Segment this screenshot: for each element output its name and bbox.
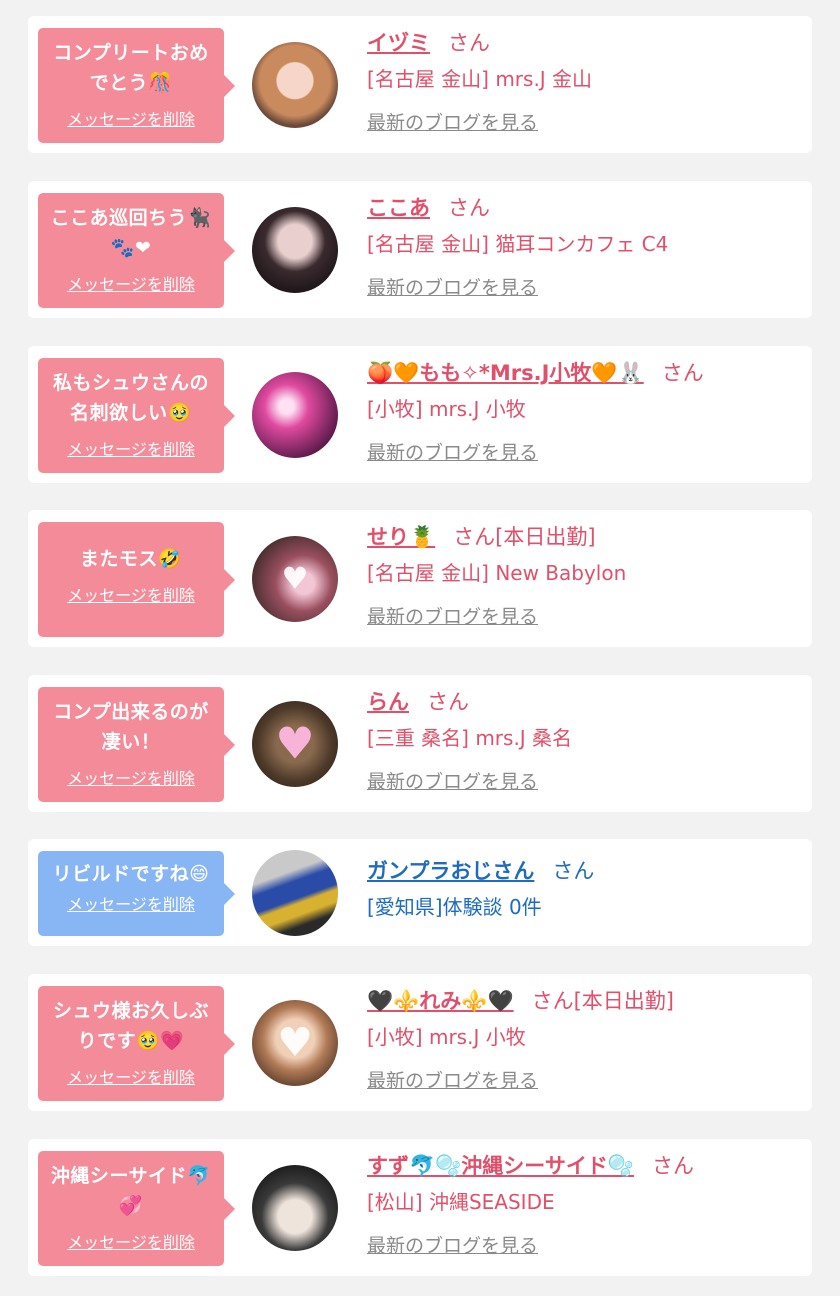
- delete-message-link[interactable]: メッセージを削除: [67, 436, 195, 460]
- shop-name: [名古屋 金山] mrs.J 金山: [367, 67, 593, 91]
- avatar[interactable]: ♥: [252, 536, 338, 622]
- shop-name: [名古屋 金山] New Babylon: [367, 561, 627, 585]
- honorific: さん[本日出勤]: [453, 525, 596, 549]
- delete-message-link[interactable]: メッセージを削除: [67, 765, 195, 789]
- avatar[interactable]: ♥: [252, 1000, 338, 1086]
- honorific: さん: [427, 690, 469, 714]
- honorific: さん: [661, 361, 704, 385]
- message-text: ここあ巡回ちう🐈‍⬛🐾❤: [50, 207, 212, 259]
- cast-name-link[interactable]: らん: [367, 690, 409, 714]
- cast-name-link[interactable]: せり🍍: [367, 525, 435, 549]
- cast-name-link[interactable]: 🍑🧡もも✧*Mrs.J小牧🧡🐰: [367, 361, 644, 385]
- avatar[interactable]: [252, 207, 338, 293]
- heart-icon: ♥: [281, 561, 309, 597]
- message-text: コンプ出来るのが凄い！: [53, 701, 209, 753]
- latest-blog-link[interactable]: 最新のブログを見る: [367, 438, 538, 465]
- message-bubble: リビルドですね😄 メッセージを削除: [38, 851, 235, 936]
- cast-info: すず🐬🫧沖縄シーサイド🫧 さん [松山] 沖縄SEASIDE 最新のブログを見る: [367, 1151, 797, 1258]
- message-bubble: またモス🤣 メッセージを削除: [38, 522, 235, 637]
- delete-message-link[interactable]: メッセージを削除: [67, 106, 195, 130]
- message-text: またモス🤣: [79, 548, 183, 570]
- message-text: 沖縄シーサイド🐬💞: [50, 1165, 212, 1217]
- avatar[interactable]: [252, 1165, 338, 1251]
- honorific: さん: [652, 1154, 695, 1178]
- honorific: さん: [552, 859, 595, 883]
- cast-info: 🖤⚜️れみ⚜️🖤 さん[本日出勤] [小牧] mrs.J 小牧 最新のブログを見る: [367, 986, 797, 1093]
- avatar[interactable]: [252, 850, 338, 936]
- review-count: [愛知県]体験談 0件: [367, 895, 542, 919]
- message-card: リビルドですね😄 メッセージを削除 ガンプラおじさん さん [愛知県]体験談 0件: [28, 839, 812, 946]
- message-card: またモス🤣 メッセージを削除 ♥ せり🍍 さん[本日出勤] [名古屋 金山] Ne…: [28, 510, 812, 647]
- cast-info: 🍑🧡もも✧*Mrs.J小牧🧡🐰 さん [小牧] mrs.J 小牧 最新のブログを見…: [367, 358, 797, 465]
- cast-info: ここあ さん [名古屋 金山] 猫耳コンカフェ C4 最新のブログを見る: [367, 193, 797, 300]
- message-card: 私もシュウさんの名刺欲しい🥹 メッセージを削除 🍑🧡もも✧*Mrs.J小牧🧡🐰 さ…: [28, 346, 812, 483]
- honorific: さん[本日出勤]: [531, 989, 674, 1013]
- latest-blog-link[interactable]: 最新のブログを見る: [367, 1066, 538, 1093]
- message-card: シュウ様お久しぶりです🥹💗 メッセージを削除 ♥ 🖤⚜️れみ⚜️🖤 さん[本日出勤…: [28, 974, 812, 1111]
- latest-blog-link[interactable]: 最新のブログを見る: [367, 602, 538, 629]
- heart-icon: ♥: [277, 1020, 313, 1066]
- shop-name: [三重 桑名] mrs.J 桑名: [367, 726, 573, 750]
- message-text: シュウ様お久しぶりです🥹💗: [52, 1000, 209, 1052]
- user-info: ガンプラおじさん さん [愛知県]体験談 0件: [367, 856, 797, 922]
- message-card: コンプリートおめでとう🎊 メッセージを削除 イヅミ さん [名古屋 金山] mrs…: [28, 16, 812, 153]
- message-card: 沖縄シーサイド🐬💞 メッセージを削除 すず🐬🫧沖縄シーサイド🫧 さん [松山] 沖…: [28, 1139, 812, 1276]
- cast-name-link[interactable]: すず🐬🫧沖縄シーサイド🫧: [367, 1154, 634, 1178]
- message-bubble: シュウ様お久しぶりです🥹💗 メッセージを削除: [38, 986, 235, 1101]
- message-bubble: ここあ巡回ちう🐈‍⬛🐾❤ メッセージを削除: [38, 193, 235, 308]
- cast-name-link[interactable]: ここあ: [367, 196, 430, 220]
- message-bubble: 私もシュウさんの名刺欲しい🥹 メッセージを削除: [38, 358, 235, 473]
- shop-name: [小牧] mrs.J 小牧: [367, 1025, 526, 1049]
- message-bubble: 沖縄シーサイド🐬💞 メッセージを削除: [38, 1151, 235, 1266]
- cast-name-link[interactable]: イヅミ: [367, 31, 430, 55]
- cast-name-link[interactable]: 🖤⚜️れみ⚜️🖤: [367, 989, 514, 1013]
- honorific: さん: [448, 196, 490, 220]
- cast-info: らん さん [三重 桑名] mrs.J 桑名 最新のブログを見る: [367, 687, 797, 794]
- delete-message-link[interactable]: メッセージを削除: [67, 582, 195, 606]
- message-text: 私もシュウさんの名刺欲しい🥹: [52, 372, 209, 424]
- honorific: さん: [448, 31, 490, 55]
- avatar[interactable]: [252, 42, 338, 128]
- shop-name: [小牧] mrs.J 小牧: [367, 397, 526, 421]
- shop-name: [名古屋 金山] 猫耳コンカフェ C4: [367, 232, 669, 256]
- message-bubble: コンプリートおめでとう🎊 メッセージを削除: [38, 28, 235, 143]
- message-bubble: コンプ出来るのが凄い！ メッセージを削除: [38, 687, 235, 802]
- cast-info: せり🍍 さん[本日出勤] [名古屋 金山] New Babylon 最新のブログを…: [367, 522, 797, 629]
- message-card: コンプ出来るのが凄い！ メッセージを削除 ♥ らん さん [三重 桑名] mrs.…: [28, 675, 812, 812]
- delete-message-link[interactable]: メッセージを削除: [67, 1229, 195, 1253]
- latest-blog-link[interactable]: 最新のブログを見る: [367, 108, 538, 135]
- heart-icon: ♥: [275, 718, 315, 770]
- user-name-link[interactable]: ガンプラおじさん: [367, 859, 534, 883]
- message-card: ここあ巡回ちう🐈‍⬛🐾❤ メッセージを削除 ここあ さん [名古屋 金山] 猫耳コ…: [28, 181, 812, 318]
- latest-blog-link[interactable]: 最新のブログを見る: [367, 273, 538, 300]
- delete-message-link[interactable]: メッセージを削除: [67, 891, 195, 915]
- latest-blog-link[interactable]: 最新のブログを見る: [367, 767, 538, 794]
- avatar[interactable]: [252, 372, 338, 458]
- shop-name: [松山] 沖縄SEASIDE: [367, 1190, 555, 1214]
- message-text: コンプリートおめでとう🎊: [53, 42, 209, 94]
- delete-message-link[interactable]: メッセージを削除: [67, 271, 195, 295]
- message-list: コンプリートおめでとう🎊 メッセージを削除 イヅミ さん [名古屋 金山] mrs…: [0, 0, 840, 1296]
- cast-info: イヅミ さん [名古屋 金山] mrs.J 金山 最新のブログを見る: [367, 28, 797, 135]
- delete-message-link[interactable]: メッセージを削除: [67, 1064, 195, 1088]
- message-text: リビルドですね😄: [52, 863, 210, 885]
- avatar[interactable]: ♥: [252, 701, 338, 787]
- latest-blog-link[interactable]: 最新のブログを見る: [367, 1231, 538, 1258]
